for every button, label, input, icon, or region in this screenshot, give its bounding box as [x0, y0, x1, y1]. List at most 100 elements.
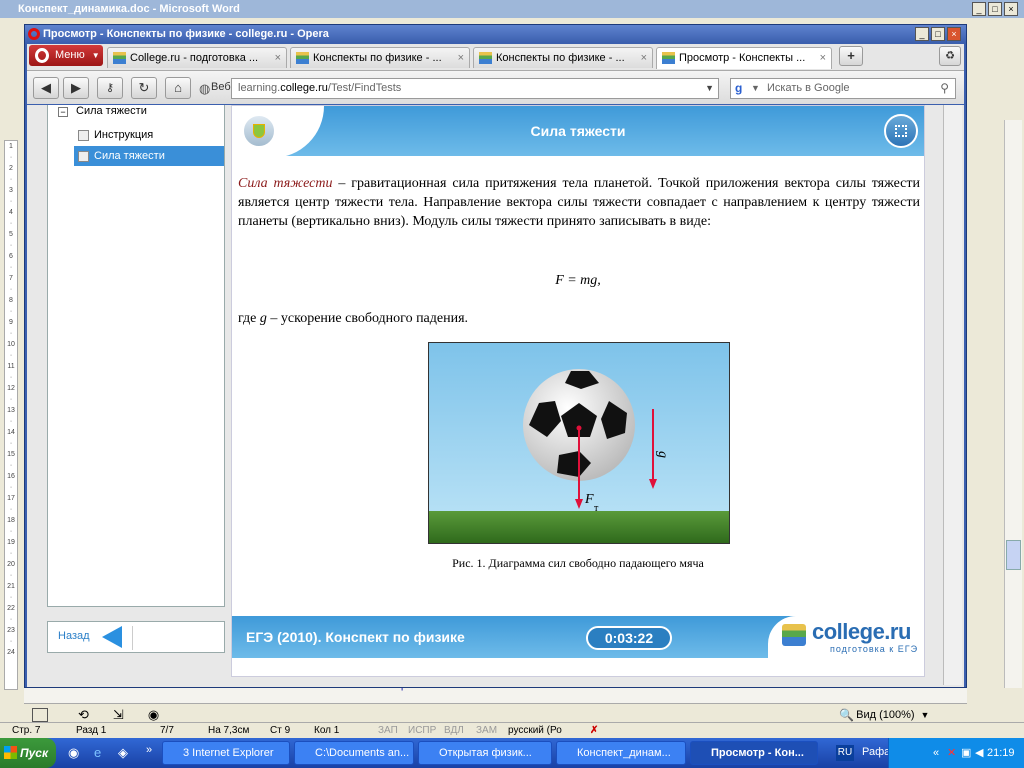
browse-icon[interactable]: ◉	[148, 707, 159, 723]
college-logo[interactable]: college.ru подготовка к ЕГЭ	[768, 616, 924, 658]
tree-item-instruktsiya[interactable]: Инструкция	[74, 125, 224, 145]
new-tab-button[interactable]: +	[839, 46, 863, 66]
grid-menu-icon[interactable]	[884, 114, 918, 148]
college-favicon-icon	[113, 52, 126, 64]
formula: F = mg,	[555, 273, 601, 288]
quicklaunch-icon[interactable]: ◈	[118, 745, 128, 761]
tree-item-sila-tyazhesti[interactable]: Сила тяжести	[74, 146, 224, 166]
college-favicon-icon	[296, 52, 309, 64]
network-icon[interactable]: ▣	[961, 738, 971, 768]
reload-button[interactable]: ↻	[131, 77, 157, 99]
back-button[interactable]: ◀	[33, 77, 59, 99]
tree-item-label: Инструкция	[94, 129, 154, 141]
formula-explanation: где g – ускорение свободного падения.	[238, 311, 468, 327]
word-minimize-button[interactable]: _	[972, 2, 986, 16]
trash-icon[interactable]: ♻	[939, 46, 961, 66]
clock[interactable]: 21:19	[987, 738, 1015, 768]
media-player-icon[interactable]: ◉	[68, 745, 79, 761]
chevron-down-icon[interactable]: ▼	[705, 79, 714, 98]
chevron-left-icon[interactable]: «	[933, 738, 939, 768]
opera-close-button[interactable]: ×	[947, 27, 961, 41]
language-indicator[interactable]: RU	[836, 745, 854, 761]
word-vertical-scrollbar[interactable]	[1004, 120, 1022, 688]
refresh-icon[interactable]: ⟲	[78, 707, 89, 723]
task-opera-prosmotr[interactable]: Просмотр - Кон...	[690, 741, 818, 765]
task-label: Просмотр - Кон...	[711, 747, 804, 759]
close-icon[interactable]: ×	[641, 48, 647, 68]
close-icon[interactable]: ×	[820, 48, 826, 68]
opera-menu-button[interactable]: Меню ▼	[29, 45, 103, 66]
back-label: Назад	[58, 630, 90, 642]
tab-prosmotr[interactable]: Просмотр - Конспекты ... ×	[656, 47, 832, 69]
back-arrow-icon[interactable]	[102, 626, 122, 648]
task-documents[interactable]: C:\Documents an...	[294, 741, 414, 765]
opera-window: Просмотр - Конспекты по физике - college…	[24, 24, 967, 688]
divider	[132, 626, 133, 650]
tab-label: Конспекты по физике - ...	[496, 52, 625, 64]
zoom-label[interactable]: Вид (100%)	[856, 709, 914, 721]
falling-ball-figure: F т g	[428, 342, 730, 544]
antivirus-icon[interactable]: ✕	[947, 738, 956, 768]
tab-label: Просмотр - Конспекты ...	[679, 52, 806, 64]
back-nav[interactable]: Назад	[47, 621, 225, 653]
footer-title: ЕГЭ (2010). Конспект по физике	[246, 629, 465, 645]
lesson-text: Сила тяжести – гравитационная сила притя…	[238, 174, 920, 231]
logo-subtitle: подготовка к ЕГЭ	[830, 644, 919, 654]
chevron-down-icon[interactable]: ▼	[751, 79, 760, 98]
word-scroll-thumb[interactable]	[1006, 540, 1021, 570]
word-title-bar: Конспект_динамика.doc - Microsoft Word	[0, 0, 1024, 18]
college-favicon-icon	[479, 52, 492, 64]
google-icon[interactable]: g	[735, 81, 749, 95]
view-normal-icon[interactable]	[32, 707, 48, 722]
search-field[interactable]: g ▼ Искать в Google ⚲	[730, 78, 956, 99]
status-rec[interactable]: ЗАП	[378, 723, 398, 738]
start-button[interactable]: Пуск	[0, 738, 56, 768]
bookmark-shield-icon[interactable]	[242, 114, 276, 148]
tab-college-home[interactable]: College.ru - подготовка ... ×	[107, 47, 287, 68]
page-scrollbar[interactable]	[943, 105, 962, 685]
status-language: русский (Ро	[508, 725, 562, 736]
opera-maximize-button[interactable]: □	[931, 27, 945, 41]
status-ovr[interactable]: ЗАМ	[476, 723, 497, 738]
word-close-button[interactable]: ×	[1004, 2, 1018, 16]
page-icon	[78, 130, 89, 141]
close-icon[interactable]: ×	[275, 48, 281, 68]
spelling-icon[interactable]: ✗	[590, 723, 598, 738]
opera-minimize-button[interactable]: _	[915, 27, 929, 41]
tab-konspekty-2[interactable]: Конспекты по физике - ... ×	[473, 47, 653, 68]
close-icon[interactable]: ×	[458, 48, 464, 68]
select-object-icon[interactable]: ⇲	[113, 707, 124, 723]
lesson-panel: Сила тяжести Сила тяжести – гравитационн…	[231, 105, 925, 677]
opera-title-bar: Просмотр - Конспекты по физике - college…	[25, 25, 966, 43]
start-label: Пуск	[20, 746, 49, 760]
status-ext[interactable]: ВДЛ	[444, 723, 464, 738]
tree-parent-label[interactable]: Сила тяжести	[76, 101, 147, 121]
task-label: 3 Internet Explorer	[183, 747, 274, 759]
collapse-icon[interactable]: −	[58, 107, 68, 117]
ie-icon[interactable]: e	[94, 745, 101, 760]
home-button[interactable]: ⌂	[165, 77, 191, 99]
opera-toolbar-area: Меню ▼ College.ru - подготовка ... × Кон…	[27, 44, 964, 104]
chevron-right-icon[interactable]: »	[146, 744, 152, 756]
task-internet-explorer[interactable]: 3 Internet Explorer	[162, 741, 290, 765]
system-tray: « ✕ ▣ ◀ 21:19	[888, 738, 1024, 768]
status-trk[interactable]: ИСПР	[408, 723, 436, 738]
key-icon[interactable]: ⚷	[97, 77, 123, 99]
chevron-down-icon[interactable]: ▼	[921, 710, 930, 720]
status-section: Разд 1	[76, 725, 107, 736]
url-prefix: learning.	[238, 82, 281, 94]
word-horizontal-scrollbar[interactable]: Кинетическая энергия	[24, 679, 967, 703]
task-otkrytaya-fizika[interactable]: Открытая физик...	[418, 741, 552, 765]
forward-button[interactable]: ▶	[63, 77, 89, 99]
word-maximize-button[interactable]: □	[988, 2, 1002, 16]
grass	[429, 511, 729, 543]
task-word-konspekt[interactable]: Конспект_динам...	[556, 741, 686, 765]
address-field[interactable]: learning.college.ru/Test/FindTests ▼	[231, 78, 719, 99]
search-icon[interactable]: ⚲	[940, 79, 949, 98]
menu-label: Меню	[55, 49, 85, 61]
timer: 0:03:22	[586, 626, 672, 650]
lesson-tree: − Сила тяжести Инструкция Сила тяжести	[47, 105, 225, 607]
tree-item-label: Сила тяжести	[94, 150, 165, 162]
volume-icon[interactable]: ◀	[975, 738, 983, 768]
tab-konspekty-1[interactable]: Конспекты по физике - ... ×	[290, 47, 470, 68]
